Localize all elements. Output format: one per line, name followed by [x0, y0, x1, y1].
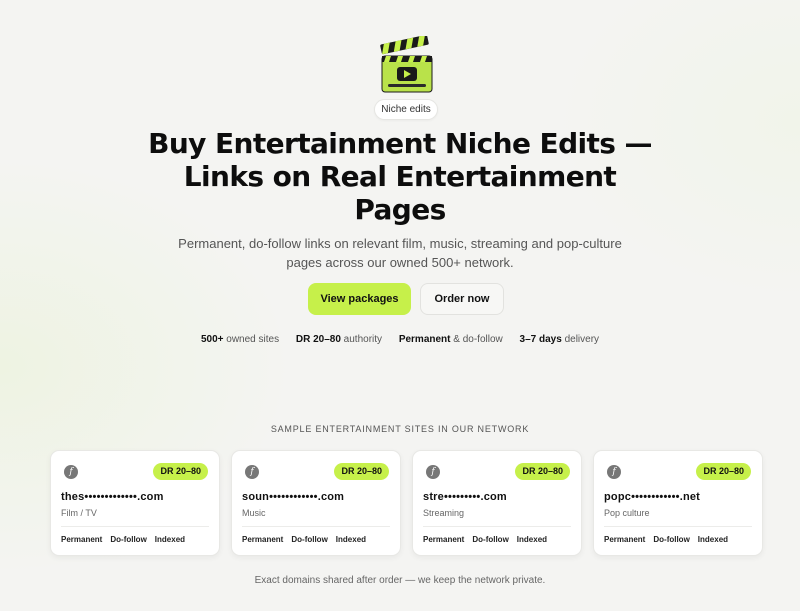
stat-value: Permanent — [398, 334, 451, 345]
tag-do-follow: Do-follow — [291, 535, 328, 544]
dr-badge: DR 20–80 — [696, 463, 751, 480]
site-card: f DR 20–80 stre•••••••••.com Streaming P… — [412, 450, 582, 556]
site-tags: Permanent Do-follow Indexed — [423, 535, 555, 544]
tag-do-follow: Do-follow — [472, 535, 509, 544]
tag-permanent: Permanent — [604, 535, 646, 544]
samples-heading: SAMPLE ENTERTAINMENT SITES IN OUR NETWOR… — [270, 424, 530, 434]
tag-permanent: Permanent — [242, 535, 284, 544]
page-subtitle: Permanent, do-follow links on relevant f… — [178, 236, 622, 270]
site-card: f DR 20–80 soun••••••••••••.com Music Pe… — [231, 450, 401, 556]
tag-indexed: Indexed — [697, 535, 729, 544]
stat-sites: 500+ owned sites — [201, 334, 279, 345]
tag-permanent: Permanent — [423, 535, 465, 544]
stat-label: owned sites — [226, 334, 280, 345]
site-tags: Permanent Do-follow Indexed — [61, 535, 193, 544]
category-badge: Niche edits — [374, 99, 438, 120]
site-category: Pop culture — [604, 508, 650, 518]
site-logo-icon: f — [245, 465, 259, 479]
stat-label: authority — [343, 334, 383, 345]
dr-badge: DR 20–80 — [515, 463, 570, 480]
site-category: Music — [242, 508, 266, 518]
stat-permanent: Permanent & do-follow — [399, 334, 503, 345]
site-category: Streaming — [423, 508, 465, 518]
stat-delivery: 3–7 days delivery — [520, 334, 600, 345]
page-title: Buy Entertainment Niche Edits — Links on… — [148, 127, 652, 226]
dr-badge: DR 20–80 — [153, 463, 208, 480]
stat-label: & do-follow — [453, 334, 503, 345]
card-divider — [423, 526, 571, 527]
dr-badge: DR 20–80 — [334, 463, 389, 480]
site-card: f DR 20–80 thes•••••••••••••.com Film / … — [50, 450, 220, 556]
site-category: Film / TV — [61, 508, 97, 518]
stats-bar: 500+ owned sites DR 20–80 authority Perm… — [0, 334, 800, 345]
tag-do-follow: Do-follow — [110, 535, 147, 544]
card-divider — [61, 526, 209, 527]
tag-indexed: Indexed — [335, 535, 367, 544]
view-packages-button[interactable]: View packages — [308, 283, 411, 315]
order-now-button[interactable]: Order now — [420, 283, 504, 315]
stat-authority: DR 20–80 authority — [296, 334, 382, 345]
clapperboard-icon — [374, 34, 438, 98]
privacy-footnote: Exact domains shared after order — we ke… — [254, 575, 546, 586]
site-logo-icon: f — [426, 465, 440, 479]
sample-sites-grid: f DR 20–80 thes•••••••••••••.com Film / … — [50, 450, 764, 556]
site-domain: soun••••••••••••.com — [242, 491, 345, 503]
site-domain: thes•••••••••••••.com — [61, 491, 164, 503]
site-logo-icon: f — [64, 465, 78, 479]
tag-do-follow: Do-follow — [653, 535, 690, 544]
tag-indexed: Indexed — [154, 535, 186, 544]
stat-value: DR 20–80 — [295, 334, 341, 345]
tag-indexed: Indexed — [516, 535, 548, 544]
site-card: f DR 20–80 popc••••••••••••.net Pop cult… — [593, 450, 763, 556]
card-divider — [604, 526, 752, 527]
stat-label: delivery — [564, 334, 600, 345]
site-tags: Permanent Do-follow Indexed — [604, 535, 736, 544]
card-divider — [242, 526, 390, 527]
site-logo-icon: f — [607, 465, 621, 479]
stat-value: 3–7 days — [519, 334, 562, 345]
site-tags: Permanent Do-follow Indexed — [242, 535, 374, 544]
site-domain: stre•••••••••.com — [423, 491, 507, 503]
stat-value: 500+ — [200, 334, 224, 345]
tag-permanent: Permanent — [61, 535, 103, 544]
site-domain: popc••••••••••••.net — [604, 491, 701, 503]
